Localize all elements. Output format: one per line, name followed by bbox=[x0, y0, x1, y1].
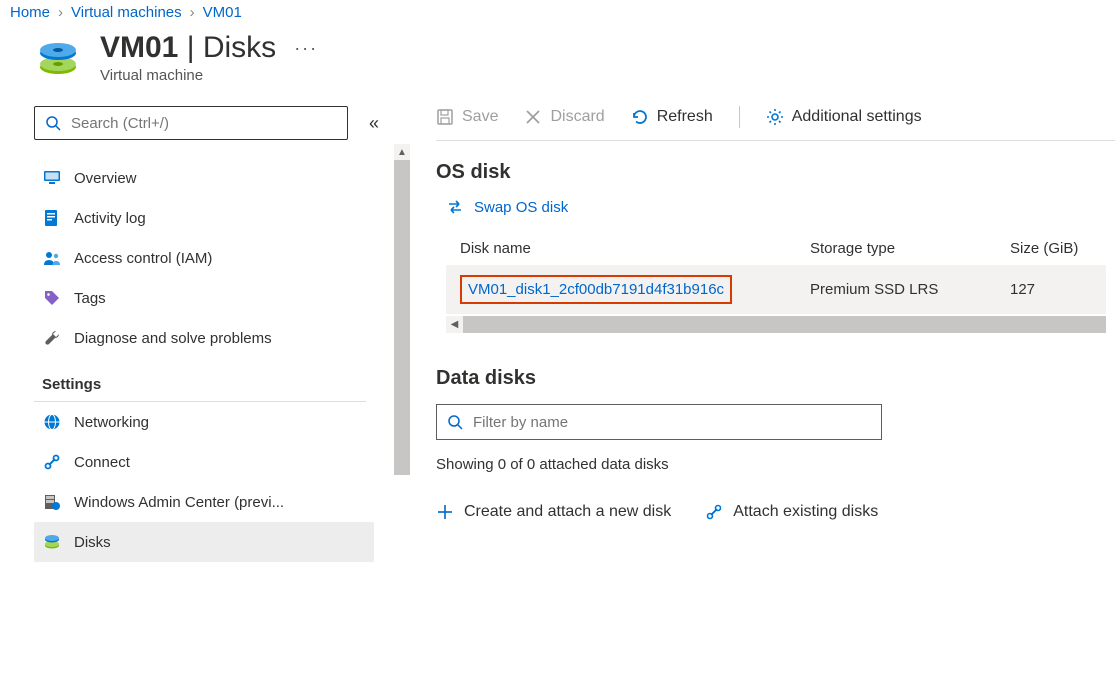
sidebar-item-label: Disks bbox=[74, 534, 366, 551]
col-size: Size (GiB) bbox=[996, 232, 1106, 265]
scrollbar-thumb[interactable] bbox=[394, 160, 410, 475]
search-icon bbox=[447, 414, 463, 430]
discard-button[interactable]: Discard bbox=[524, 108, 604, 126]
create-attach-label: Create and attach a new disk bbox=[464, 503, 671, 521]
os-disk-table: Disk name Storage type Size (GiB) VM01_d… bbox=[446, 232, 1106, 314]
sidebar-item-label: Access control (IAM) bbox=[74, 250, 366, 267]
sidebar-section-settings: Settings bbox=[34, 358, 366, 402]
search-input[interactable] bbox=[69, 114, 337, 133]
disk-icon bbox=[42, 532, 62, 552]
swap-os-disk-label: Swap OS disk bbox=[474, 199, 568, 216]
people-icon bbox=[42, 248, 62, 268]
chevron-right-icon: › bbox=[58, 4, 63, 21]
additional-settings-label: Additional settings bbox=[792, 108, 922, 126]
sidebar-item-label: Connect bbox=[74, 454, 366, 471]
sidebar-item-overview[interactable]: Overview bbox=[34, 158, 374, 198]
table-row: VM01_disk1_2cf00db7191d4f31b916c Premium… bbox=[446, 265, 1106, 314]
refresh-button[interactable]: Refresh bbox=[631, 108, 713, 126]
scroll-up-arrow-icon[interactable]: ▲ bbox=[394, 144, 410, 160]
scrollbar-thumb[interactable] bbox=[463, 316, 1106, 333]
swap-icon bbox=[446, 198, 464, 216]
refresh-label: Refresh bbox=[657, 108, 713, 126]
sidebar-item-label: Tags bbox=[74, 290, 366, 307]
close-icon bbox=[524, 108, 542, 126]
wrench-icon bbox=[42, 328, 62, 348]
attach-icon bbox=[705, 503, 723, 521]
chevron-right-icon: › bbox=[190, 4, 195, 21]
page-header: VM01 | Disks ··· Virtual machine bbox=[0, 31, 1115, 106]
create-attach-disk-button[interactable]: Create and attach a new disk bbox=[436, 503, 671, 521]
monitor-icon bbox=[42, 168, 62, 188]
breadcrumb-home[interactable]: Home bbox=[10, 4, 50, 21]
save-icon bbox=[436, 108, 454, 126]
sidebar-item-label: Networking bbox=[74, 414, 366, 431]
sidebar-item-label: Windows Admin Center (previ... bbox=[74, 494, 366, 511]
sidebar-item-tags[interactable]: Tags bbox=[34, 278, 374, 318]
horizontal-scrollbar[interactable]: ◀ bbox=[446, 316, 1106, 333]
tag-icon bbox=[42, 288, 62, 308]
more-actions-button[interactable]: ··· bbox=[294, 38, 318, 59]
breadcrumb-virtual-machines[interactable]: Virtual machines bbox=[71, 4, 182, 21]
filter-input[interactable] bbox=[471, 413, 871, 432]
breadcrumb-vm01[interactable]: VM01 bbox=[203, 4, 242, 21]
sidebar-scrollbar[interactable]: ▲ bbox=[394, 144, 414, 562]
scroll-left-arrow-icon[interactable]: ◀ bbox=[446, 316, 463, 333]
sidebar-item-windows-admin[interactable]: Windows Admin Center (previ... bbox=[34, 482, 374, 522]
sidebar-item-label: Overview bbox=[74, 170, 366, 187]
os-disk-name-link[interactable]: VM01_disk1_2cf00db7191d4f31b916c bbox=[460, 275, 732, 304]
sidebar-item-access-control[interactable]: Access control (IAM) bbox=[34, 238, 374, 278]
discard-label: Discard bbox=[550, 108, 604, 126]
data-disks-heading: Data disks bbox=[436, 367, 1115, 390]
plus-icon bbox=[436, 503, 454, 521]
breadcrumb: Home › Virtual machines › VM01 bbox=[0, 0, 1115, 31]
os-disk-heading: OS disk bbox=[436, 161, 1115, 184]
os-disk-size: 127 bbox=[996, 265, 1106, 314]
attach-existing-disks-button[interactable]: Attach existing disks bbox=[705, 503, 878, 521]
globe-icon bbox=[42, 412, 62, 432]
disk-stack-icon bbox=[34, 35, 82, 83]
sidebar-item-connect[interactable]: Connect bbox=[34, 442, 374, 482]
sidebar-item-networking[interactable]: Networking bbox=[34, 402, 374, 442]
refresh-icon bbox=[631, 108, 649, 126]
search-icon bbox=[45, 115, 61, 131]
search-input-container[interactable] bbox=[34, 106, 348, 140]
windows-admin-icon bbox=[42, 492, 62, 512]
sidebar-item-diagnose[interactable]: Diagnose and solve problems bbox=[34, 318, 374, 358]
filter-input-container[interactable] bbox=[436, 404, 882, 440]
data-disks-status: Showing 0 of 0 attached data disks bbox=[436, 456, 1115, 473]
additional-settings-button[interactable]: Additional settings bbox=[766, 108, 922, 126]
swap-os-disk-button[interactable]: Swap OS disk bbox=[446, 198, 1115, 216]
attach-existing-label: Attach existing disks bbox=[733, 503, 878, 521]
collapse-sidebar-button[interactable]: « bbox=[362, 111, 386, 135]
toolbar-separator bbox=[739, 106, 740, 128]
col-storage-type: Storage type bbox=[796, 232, 996, 265]
sidebar-item-label: Activity log bbox=[74, 210, 366, 227]
toolbar: Save Discard Refresh Additional settings bbox=[436, 106, 1115, 141]
sidebar-item-label: Diagnose and solve problems bbox=[74, 330, 366, 347]
log-icon bbox=[42, 208, 62, 228]
os-disk-storage-type: Premium SSD LRS bbox=[796, 265, 996, 314]
gear-icon bbox=[766, 108, 784, 126]
col-disk-name: Disk name bbox=[446, 232, 796, 265]
sidebar-nav: Overview Activity log Access control (IA… bbox=[34, 158, 374, 562]
table-header-row: Disk name Storage type Size (GiB) bbox=[446, 232, 1106, 265]
save-label: Save bbox=[462, 108, 498, 126]
page-title: VM01 | Disks bbox=[100, 31, 276, 65]
resource-type-label: Virtual machine bbox=[100, 67, 318, 84]
sidebar-item-disks[interactable]: Disks bbox=[34, 522, 374, 562]
sidebar-item-activity-log[interactable]: Activity log bbox=[34, 198, 374, 238]
plug-icon bbox=[42, 452, 62, 472]
save-button[interactable]: Save bbox=[436, 108, 498, 126]
